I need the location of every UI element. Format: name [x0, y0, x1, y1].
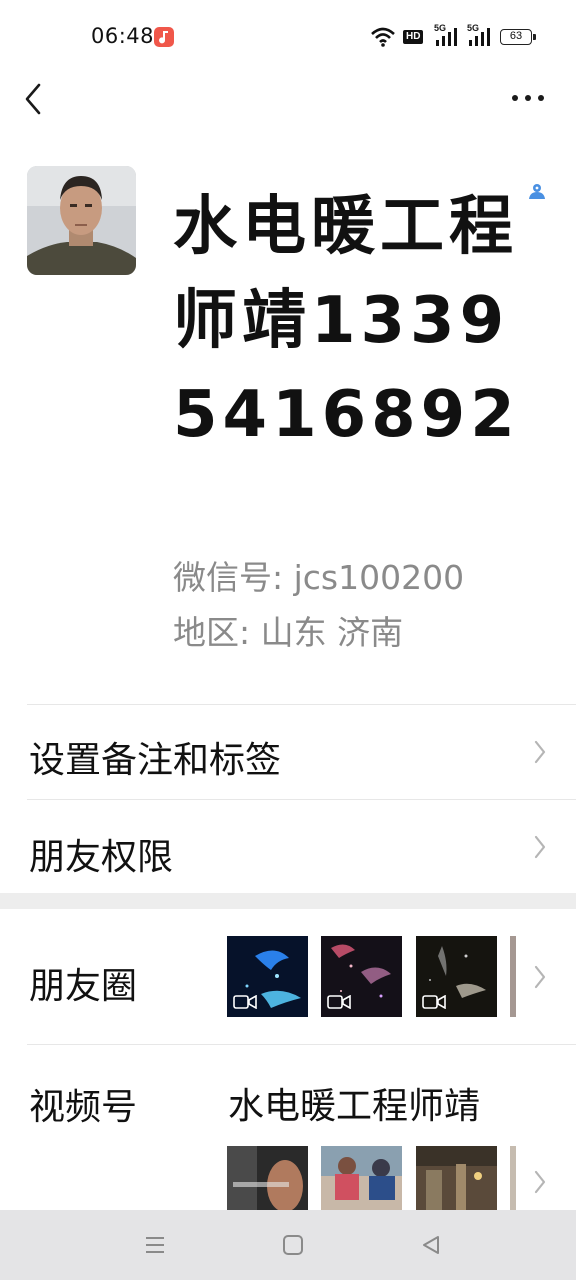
remark-tags-row[interactable]: 设置备注和标签	[0, 705, 576, 799]
moments-thumbnail-4[interactable]	[510, 936, 516, 1017]
moments-thumbnail-3[interactable]	[416, 936, 497, 1017]
chevron-right-icon	[534, 1170, 546, 1194]
back-triangle-icon[interactable]	[420, 1234, 442, 1256]
hd-badge: HD	[403, 30, 424, 44]
chevron-right-icon	[534, 965, 546, 989]
channels-thumbnail-2[interactable]	[321, 1146, 402, 1210]
video-icon	[422, 995, 446, 1009]
moments-thumbnail-2[interactable]	[321, 936, 402, 1017]
moments-row[interactable]: 朋友圈	[0, 909, 576, 1044]
moments-label: 朋友圈	[29, 966, 138, 1007]
back-arrow-icon[interactable]	[20, 82, 50, 116]
channels-thumbnail-4[interactable]	[510, 1146, 516, 1210]
more-options-icon[interactable]	[508, 90, 548, 106]
wifi-icon	[371, 27, 395, 47]
wechat-id: 微信号: jcs100200	[173, 558, 465, 597]
video-icon	[233, 995, 257, 1009]
region: 地区: 山东 济南	[173, 613, 404, 652]
channel-name: 水电暖工程师靖	[228, 1086, 481, 1127]
system-navigation-bar	[0, 1210, 576, 1280]
channels-thumbnail-1[interactable]	[227, 1146, 308, 1210]
channels-label: 视频号	[29, 1087, 138, 1128]
battery-level: 63	[509, 30, 523, 42]
moments-thumbnail-1[interactable]	[227, 936, 308, 1017]
section-separator	[0, 893, 576, 909]
contact-card-icon[interactable]	[528, 182, 546, 200]
home-icon[interactable]	[282, 1234, 304, 1256]
avatar[interactable]	[27, 166, 136, 275]
music-app-icon	[154, 27, 174, 47]
remark-tags-label: 设置备注和标签	[29, 740, 282, 781]
contact-name: 水电暖工程师靖13395416892	[173, 190, 520, 452]
status-time: 06:48	[91, 24, 155, 48]
chevron-right-icon	[534, 740, 546, 764]
video-icon	[327, 995, 351, 1009]
friend-permissions-row[interactable]: 朋友权限	[0, 800, 576, 893]
battery-tip	[533, 34, 536, 40]
chevron-right-icon	[534, 835, 546, 859]
battery-icon: 63	[500, 29, 532, 45]
channels-thumbnail-3[interactable]	[416, 1146, 497, 1210]
menu-icon[interactable]	[145, 1234, 165, 1256]
friend-permissions-label: 朋友权限	[29, 837, 174, 878]
